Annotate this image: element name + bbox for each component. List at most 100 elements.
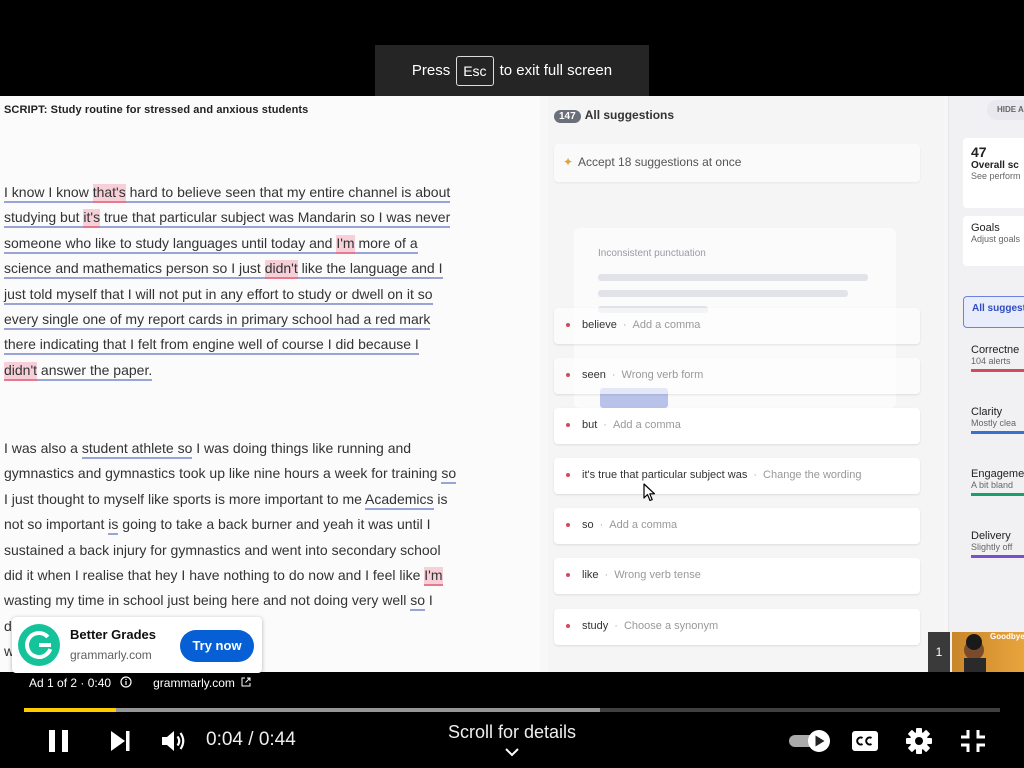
suggestions-count-badge: 147 (554, 110, 581, 123)
text-line: I just thought to myself like sports is … (4, 489, 484, 514)
alert-dot-icon (566, 573, 570, 577)
score-category-bar (971, 369, 1024, 372)
separator: · (611, 369, 616, 381)
score-category-bar (971, 431, 1024, 434)
grammarly-logo-icon (18, 624, 60, 666)
alert-dot-icon (566, 624, 570, 628)
score-category: Correctne 104 alerts (971, 344, 1024, 372)
text-line: science and mathematics person so I just… (4, 258, 484, 283)
text-segment: so (441, 465, 457, 485)
suggestion-word: seen (582, 369, 606, 381)
progress-bar[interactable] (24, 708, 1000, 712)
ad-link[interactable]: grammarly.com (153, 676, 235, 690)
separator: · (599, 519, 604, 531)
suggestion-card: it's true that particular subject was · Ch… (554, 458, 920, 494)
text-line: not so important is going to take a back… (4, 514, 484, 539)
text-segment: sustained a back injury for gymnastics a… (4, 541, 441, 558)
suggestion-word: so (582, 519, 594, 531)
text-segment: I just thought to myself like sports is … (4, 490, 366, 507)
alert-dot-icon (566, 373, 570, 377)
alert-dot-icon (566, 523, 570, 527)
suggestion-action: Add a comma (612, 419, 681, 431)
pause-button[interactable] (46, 728, 72, 754)
text-segment: I (425, 592, 433, 609)
text-line: I was also a student athlete so I was do… (4, 438, 484, 463)
settings-gear-icon[interactable] (905, 727, 933, 755)
overall-score-card: 47 Overall sc See perform (963, 138, 1024, 208)
score-category: Engageme A bit bland (971, 468, 1024, 496)
score-category: Delivery Slightly off (971, 530, 1024, 558)
text-line: someone who like to study languages unti… (4, 233, 484, 258)
info-icon[interactable] (120, 676, 133, 688)
suggestion-word: but (582, 419, 598, 431)
volume-icon[interactable] (160, 728, 188, 754)
separator: · (753, 469, 758, 481)
autoplay-toggle[interactable] (788, 728, 832, 754)
flagged-word: it's (83, 209, 101, 229)
score-category-title: Delivery (971, 530, 1011, 542)
ad-info-bar: Ad 1 of 2 · 0:40 grammarly.com (29, 676, 251, 690)
text-segment: is (108, 516, 119, 536)
flagged-word: didn't (4, 361, 38, 381)
separator: · (604, 569, 609, 581)
try-now-button[interactable]: Try now (180, 630, 254, 662)
text-segment: did it when I realise that hey I have no… (4, 566, 425, 583)
text-segment: answer the paper. (37, 361, 153, 381)
text-line: just told myself that I will not put in … (4, 284, 484, 309)
next-button[interactable] (108, 729, 132, 753)
suggestion-card: so · Add a comma (554, 508, 920, 544)
text-segment: d (4, 617, 12, 634)
exit-fullscreen-icon[interactable] (960, 729, 986, 753)
text-segment: hard to believe seen that my entire chan… (125, 184, 451, 203)
overall-score-sub: See perform (971, 171, 1021, 181)
text-segment: not so important (4, 516, 109, 533)
text-segment: going to take a back burner and yeah it … (118, 516, 431, 533)
text-line: gymnastics and gymnastics took up like n… (4, 463, 484, 488)
ad-card[interactable]: Better Grades grammarly.com Try now (12, 617, 262, 673)
video-frame[interactable]: SCRIPT: Study routine for stressed and a… (0, 96, 1024, 672)
score-category-sub: 104 alerts (971, 356, 1011, 366)
text-segment: studying but (4, 209, 84, 229)
goals-card: Goals Adjust goals (963, 216, 1024, 266)
text-segment: gymnastics and gymnastics took up like n… (4, 465, 442, 482)
chevron-down-icon[interactable] (502, 746, 522, 758)
text-segment: every single one of my report cards in p… (4, 310, 431, 330)
text-line: every single one of my report cards in p… (4, 309, 484, 334)
document-title: SCRIPT: Study routine for stressed and a… (4, 104, 309, 116)
accept-all-label: Accept 18 suggestions at once (578, 155, 742, 169)
time-display: 0:04 / 0:44 (206, 729, 296, 750)
text-line: I know I know that's hard to believe see… (4, 182, 484, 207)
text-segment: so (177, 440, 193, 459)
hide-assistant-button: HIDE A (987, 100, 1024, 120)
suggestion-action: Change the wording (763, 469, 862, 481)
text-segment: more of a (354, 234, 418, 254)
score-category-sub: Mostly clea (971, 418, 1017, 428)
scroll-for-details[interactable]: Scroll for details (412, 722, 612, 743)
goals-sub: Adjust goals (971, 234, 1021, 244)
suggestions-heading: 147 All suggestions (554, 108, 674, 123)
document-editor: SCRIPT: Study routine for stressed and a… (0, 96, 540, 672)
score-category-sub: Slightly off (971, 542, 1013, 552)
goals-label: Goals (971, 222, 1000, 234)
text-line: sustained a back injury for gymnastics a… (4, 540, 484, 565)
overall-score-value: 47 (971, 144, 987, 160)
text-segment: so (410, 592, 426, 612)
ghost-card-title: Inconsistent punctuation (598, 248, 706, 259)
ad-thumbnail[interactable]: 1 Goodbye (928, 632, 1024, 672)
mouse-cursor-icon (643, 483, 656, 502)
score-category-bar (971, 555, 1024, 558)
sparkle-icon: ✦ (563, 155, 574, 169)
ghost-line (598, 290, 848, 297)
suggestion-action: Wrong verb form (621, 369, 704, 381)
separator: · (622, 319, 627, 331)
separator: · (603, 419, 607, 431)
toast-text-after: to exit full screen (499, 62, 613, 79)
suggestions-heading-label: All suggestions (584, 108, 675, 122)
fullscreen-toast: Press Esc to exit full screen (375, 45, 649, 96)
suggestion-card: study · Choose a synonym (554, 609, 920, 645)
text-segment: someone who like to study languages unti… (4, 234, 337, 254)
video-player[interactable]: SCRIPT: Study routine for stressed and a… (0, 0, 1024, 768)
suggestion-word: believe (582, 319, 617, 331)
text-segment (173, 440, 178, 459)
captions-button[interactable] (851, 729, 879, 753)
